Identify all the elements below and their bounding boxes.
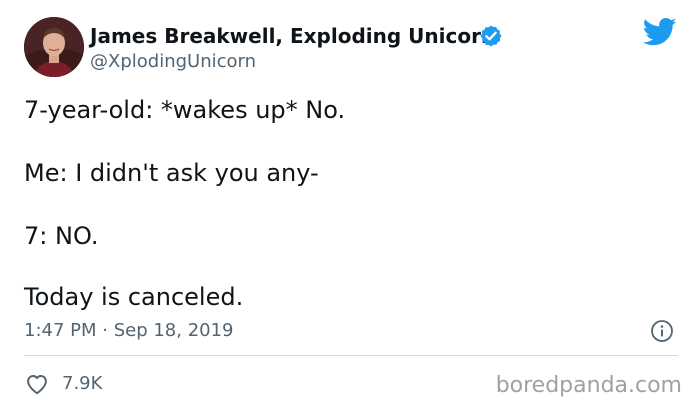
like-button[interactable]: 7.9K	[24, 370, 102, 398]
tweet-timestamp[interactable]: 1:47 PM · Sep 18, 2019	[24, 319, 234, 343]
like-count: 7.9K	[62, 373, 103, 394]
info-icon[interactable]	[650, 319, 674, 343]
divider	[24, 355, 678, 356]
display-name[interactable]: James Breakwell, Exploding Unicorn	[90, 23, 495, 49]
watermark: boredpanda.com	[495, 373, 682, 398]
tweet-text-line-1: 7-year-old: *wakes up* No.	[24, 96, 346, 124]
tweet-text-line-3: 7: NO.	[24, 222, 99, 250]
tweet-text-line-4: Today is canceled.	[24, 283, 244, 311]
handle[interactable]: @XplodingUnicorn	[90, 51, 256, 73]
tweet-text-line-2: Me: I didn't ask you any-	[24, 159, 319, 187]
avatar[interactable]	[24, 17, 84, 77]
heart-icon	[27, 375, 47, 395]
twitter-bird-icon[interactable]	[643, 17, 677, 47]
verified-badge-icon	[480, 25, 502, 47]
tweet-card: James Breakwell, Exploding Unicorn @Xplo…	[0, 0, 700, 410]
